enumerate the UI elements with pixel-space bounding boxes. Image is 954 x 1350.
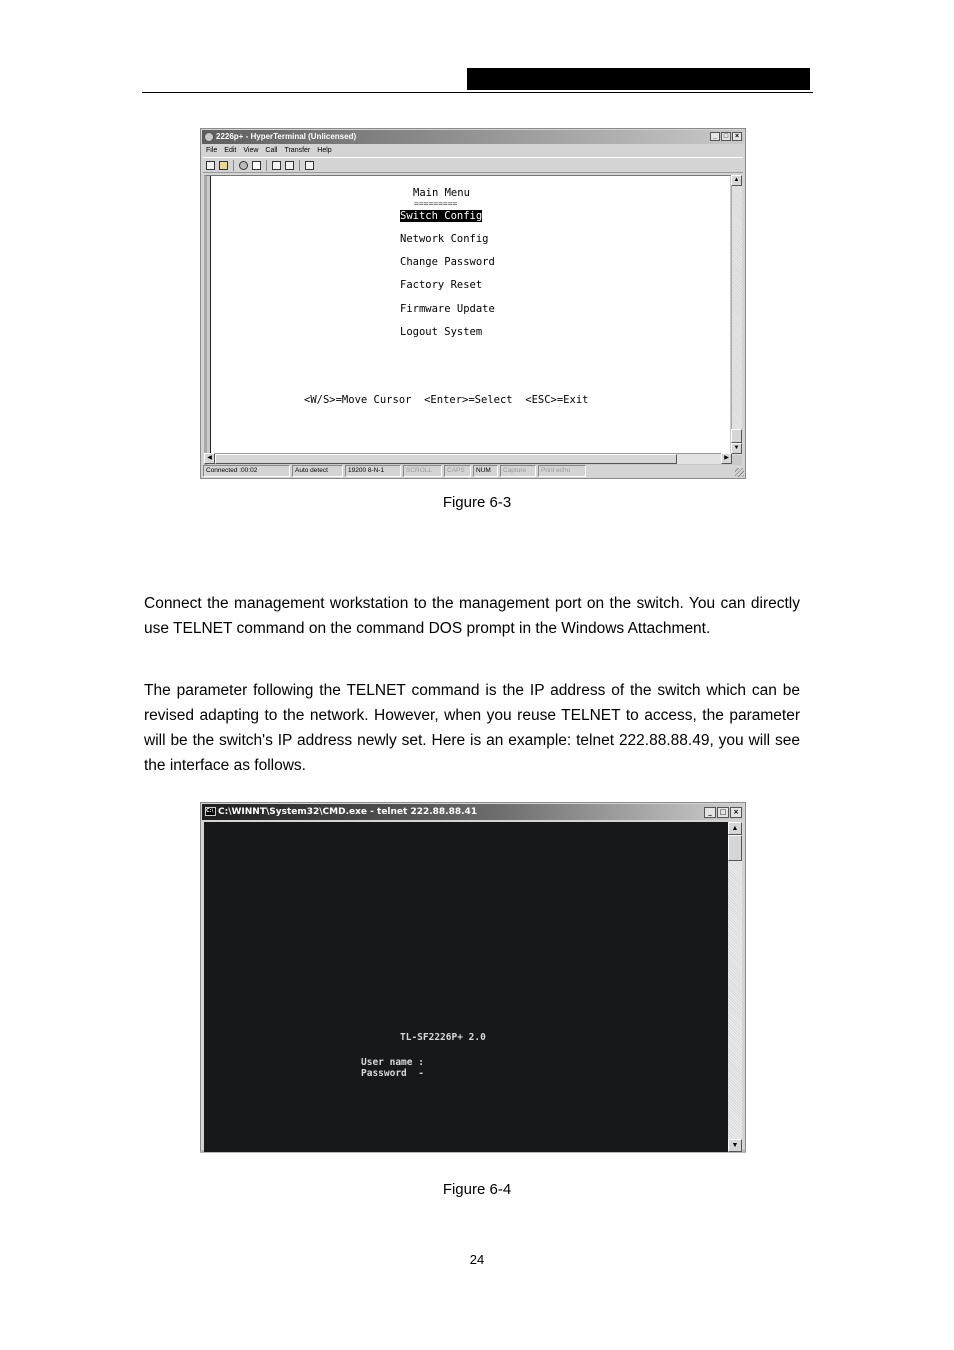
terminal-screen[interactable]: Main Menu ========= Switch Config Networ… <box>210 176 730 454</box>
hyperterminal-title-bar[interactable]: 2226p+ - HyperTerminal (Unlicensed) _ □ … <box>202 130 744 144</box>
figure-caption: Figure 6-3 <box>442 494 512 511</box>
scroll-thumb[interactable] <box>731 429 742 443</box>
toolbar-separator <box>299 159 300 171</box>
menu-item-factory-reset[interactable]: Factory Reset <box>400 279 482 291</box>
toolbar-separator <box>233 159 234 171</box>
hyperterminal-app-icon <box>204 132 214 142</box>
menu-title: Main Menu <box>413 187 470 199</box>
menu-bar: File Edit View Call Transfer Help <box>203 145 332 157</box>
status-settings: 19200 8-N-1 <box>345 465 401 477</box>
paragraph: The parameter following the TELNET comma… <box>144 682 800 774</box>
toolbar-separator <box>266 159 267 171</box>
close-button[interactable]: × <box>732 132 742 141</box>
maximize-button[interactable]: □ <box>721 132 731 141</box>
status-caps: CAPS <box>444 465 471 477</box>
status-capture: Capture <box>500 465 536 477</box>
menu-item-firmware-update[interactable]: Firmware Update <box>400 303 495 315</box>
scroll-down-button[interactable]: ▼ <box>731 443 742 454</box>
console-screen[interactable]: TL-SF2226P+ 2.0 User name : Password - <box>204 822 728 1152</box>
minimize-button[interactable]: _ <box>710 132 720 141</box>
status-detect: Auto detect <box>292 465 343 477</box>
scroll-up-button[interactable]: ▲ <box>731 175 742 186</box>
disconnect-icon[interactable] <box>239 160 248 170</box>
menu-view[interactable]: View <box>243 145 258 157</box>
new-icon[interactable] <box>206 160 215 170</box>
page-number: 24 <box>469 1252 485 1267</box>
password-prompt[interactable]: Password - <box>361 1068 424 1079</box>
key-help-line: <W/S>=Move Cursor <Enter>=Select <ESC>=E… <box>304 394 589 406</box>
scroll-up-button[interactable]: ▲ <box>728 822 742 835</box>
menu-item-switch-config[interactable]: Switch Config <box>400 210 483 222</box>
menu-edit[interactable]: Edit <box>224 145 236 157</box>
horizontal-scrollbar[interactable]: ◀ ▶ <box>204 453 732 464</box>
properties-icon[interactable] <box>305 160 314 170</box>
close-button[interactable]: × <box>730 807 742 818</box>
cmd-app-icon: C:\ <box>205 807 216 816</box>
window-title: C:\WINNT\System32\CMD.exe - telnet 222.8… <box>218 807 478 817</box>
toolbar <box>203 157 743 173</box>
resize-grip-icon[interactable] <box>735 468 744 477</box>
status-connected: Connected :00:02 <box>203 465 290 477</box>
scroll-left-button[interactable]: ◀ <box>204 453 215 464</box>
cmd-window: C:\ C:\WINNT\System32\CMD.exe - telnet 2… <box>200 802 746 1153</box>
paragraph: Connect the management workstation to th… <box>144 595 800 637</box>
menu-call[interactable]: Call <box>265 145 277 157</box>
menu-item-logout-system[interactable]: Logout System <box>400 326 482 338</box>
vertical-scrollbar[interactable]: ▲ ▼ <box>728 822 742 1152</box>
horizontal-scroll-thumb[interactable] <box>215 454 677 464</box>
status-print-echo: Print echo <box>538 465 586 477</box>
minimize-button[interactable]: _ <box>704 807 716 818</box>
username-prompt[interactable]: User name : <box>361 1057 424 1068</box>
figure-caption: Figure 6-4 <box>442 1181 512 1198</box>
scroll-right-button[interactable]: ▶ <box>721 453 732 464</box>
status-bar: Connected :00:02 Auto detect 19200 8-N-1… <box>203 465 743 477</box>
menu-title-underline: ========= <box>414 199 458 208</box>
product-name: TL-SF2226P+ 2.0 <box>400 1032 486 1043</box>
header-rule <box>142 92 813 93</box>
header-bar <box>467 68 810 90</box>
status-scroll: SCROLL <box>403 465 442 477</box>
vertical-scrollbar[interactable]: ▲ ▼ <box>731 175 742 455</box>
menu-transfer[interactable]: Transfer <box>284 145 310 157</box>
scroll-down-button[interactable]: ▼ <box>728 1139 742 1152</box>
receive-icon[interactable] <box>285 160 294 170</box>
menu-item-change-password[interactable]: Change Password <box>400 256 495 268</box>
status-num: NUM <box>473 465 498 477</box>
send-icon[interactable] <box>272 160 281 170</box>
menu-file[interactable]: File <box>206 145 217 157</box>
cmd-title-bar[interactable]: C:\ C:\WINNT\System32\CMD.exe - telnet 2… <box>202 804 744 820</box>
hyperterminal-window: 2226p+ - HyperTerminal (Unlicensed) _ □ … <box>200 128 746 479</box>
window-title: 2226p+ - HyperTerminal (Unlicensed) <box>216 132 357 141</box>
menu-help[interactable]: Help <box>317 145 331 157</box>
maximize-button[interactable]: □ <box>717 807 729 818</box>
menu-item-network-config[interactable]: Network Config <box>400 233 489 245</box>
scroll-thumb[interactable] <box>728 835 742 861</box>
dial-icon[interactable] <box>252 160 261 170</box>
open-icon[interactable] <box>219 160 228 170</box>
